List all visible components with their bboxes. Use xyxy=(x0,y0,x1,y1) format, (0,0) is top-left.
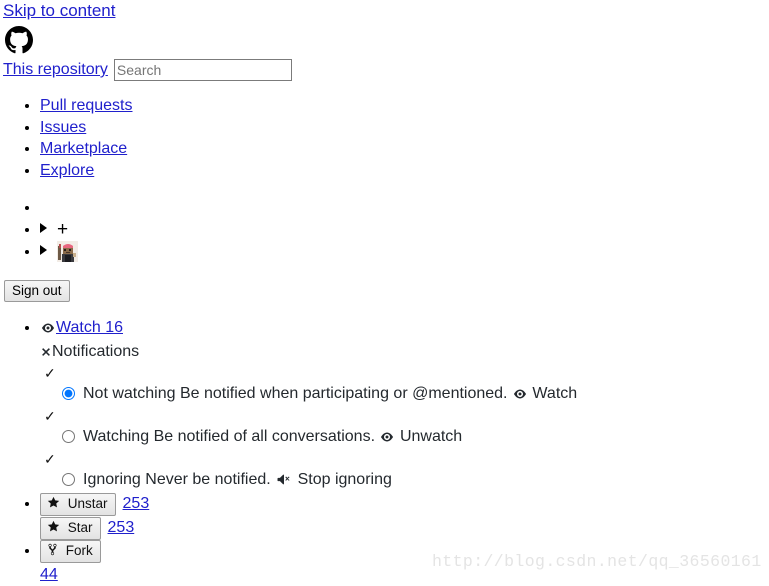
star-list-item: Unstar 253 Star 253 xyxy=(40,493,769,540)
radio-ignoring[interactable] xyxy=(62,473,75,486)
fork-button-label: Fork xyxy=(65,543,93,558)
option-action-label-watch[interactable]: Watch xyxy=(532,385,577,402)
unstar-button-label: Unstar xyxy=(67,496,108,511)
star-icon xyxy=(47,496,64,512)
repository-actions-list: Watch 16 Notifications ✓ Not watching Be… xyxy=(0,317,769,586)
option-title-ignoring: Ignoring xyxy=(83,471,141,488)
plus-icon[interactable]: + xyxy=(57,219,68,240)
star-button-label: Star xyxy=(67,520,93,535)
mute-icon xyxy=(275,471,293,493)
watch-count-link[interactable]: Watch 16 xyxy=(56,319,123,336)
watch-option-not-watching[interactable]: Not watching Be notified when participat… xyxy=(40,383,769,407)
chevron-right-icon xyxy=(40,245,47,255)
skip-to-content-link[interactable]: Skip to content xyxy=(3,1,115,20)
option-title-watching: Watching xyxy=(83,428,150,445)
option-description-watching: Be notified of all conversations. xyxy=(153,428,376,445)
option-description-ignoring: Never be notified. xyxy=(145,471,271,488)
option-action-label-stop-ignoring[interactable]: Stop ignoring xyxy=(298,471,392,488)
skip-to-content-wrapper: Skip to content xyxy=(3,1,115,21)
star-count-link[interactable]: 253 xyxy=(108,519,135,536)
radio-watching[interactable] xyxy=(62,430,75,443)
option-description-not-watching: Be notified when participating or @menti… xyxy=(179,385,508,402)
watermark-text: http://blog.csdn.net/qq_36560161 xyxy=(432,552,762,571)
star-row: Star 253 xyxy=(40,517,769,540)
search-row: This repository xyxy=(3,59,292,81)
check-icon: ✓ xyxy=(44,451,56,467)
fork-button[interactable]: Fork xyxy=(40,540,101,563)
option-action-label-unwatch[interactable]: Unwatch xyxy=(400,428,462,445)
fork-count-link[interactable]: 44 xyxy=(40,566,58,583)
unstar-count-link[interactable]: 253 xyxy=(123,495,150,512)
eye-icon xyxy=(512,385,528,407)
nav-item-issues: Issues xyxy=(40,117,133,139)
fork-icon xyxy=(47,543,62,559)
search-input[interactable] xyxy=(113,59,292,81)
watch-list-item: Watch 16 Notifications ✓ Not watching Be… xyxy=(40,317,769,493)
user-navigation: + xyxy=(0,197,78,264)
nav-item-pull-requests: Pull requests xyxy=(40,95,133,117)
nav-link-issues[interactable]: Issues xyxy=(40,119,86,136)
option-title-not-watching: Not watching xyxy=(83,385,176,402)
check-row-ignoring: ✓ xyxy=(40,450,769,469)
star-button[interactable]: Star xyxy=(40,517,101,540)
notifications-label: Notifications xyxy=(52,342,140,360)
chevron-right-icon xyxy=(40,222,47,233)
watch-option-ignoring[interactable]: Ignoring Never be notified. Stop ignorin… xyxy=(40,469,769,493)
star-icon xyxy=(47,520,64,536)
eye-icon xyxy=(40,319,56,341)
notifications-header: Notifications xyxy=(40,341,769,365)
primary-navigation: Pull requests Issues Marketplace Explore xyxy=(0,95,133,181)
user-avatar[interactable] xyxy=(57,241,78,262)
user-nav-item-profile[interactable] xyxy=(40,240,78,264)
unstar-button[interactable]: Unstar xyxy=(40,493,116,516)
nav-item-marketplace: Marketplace xyxy=(40,138,133,160)
watch-row: Watch 16 xyxy=(40,317,769,341)
user-nav-item-notifications[interactable] xyxy=(40,197,78,219)
eye-icon xyxy=(379,428,395,450)
nav-link-marketplace[interactable]: Marketplace xyxy=(40,140,127,157)
nav-item-explore: Explore xyxy=(40,160,133,182)
user-nav-item-create-new[interactable]: + xyxy=(40,219,78,241)
check-icon: ✓ xyxy=(44,408,56,424)
sign-out-button[interactable]: Sign out xyxy=(4,280,70,302)
x-icon xyxy=(40,343,52,365)
github-mark-icon[interactable] xyxy=(5,26,33,54)
nav-link-explore[interactable]: Explore xyxy=(40,162,94,179)
search-scope-link[interactable]: This repository xyxy=(3,61,108,79)
check-icon: ✓ xyxy=(44,365,56,381)
check-row-not-watching: ✓ xyxy=(40,364,769,383)
watch-option-watching[interactable]: Watching Be notified of all conversation… xyxy=(40,426,769,450)
check-row-watching: ✓ xyxy=(40,407,769,426)
nav-link-pull-requests[interactable]: Pull requests xyxy=(40,97,133,114)
radio-not-watching[interactable] xyxy=(62,387,75,400)
